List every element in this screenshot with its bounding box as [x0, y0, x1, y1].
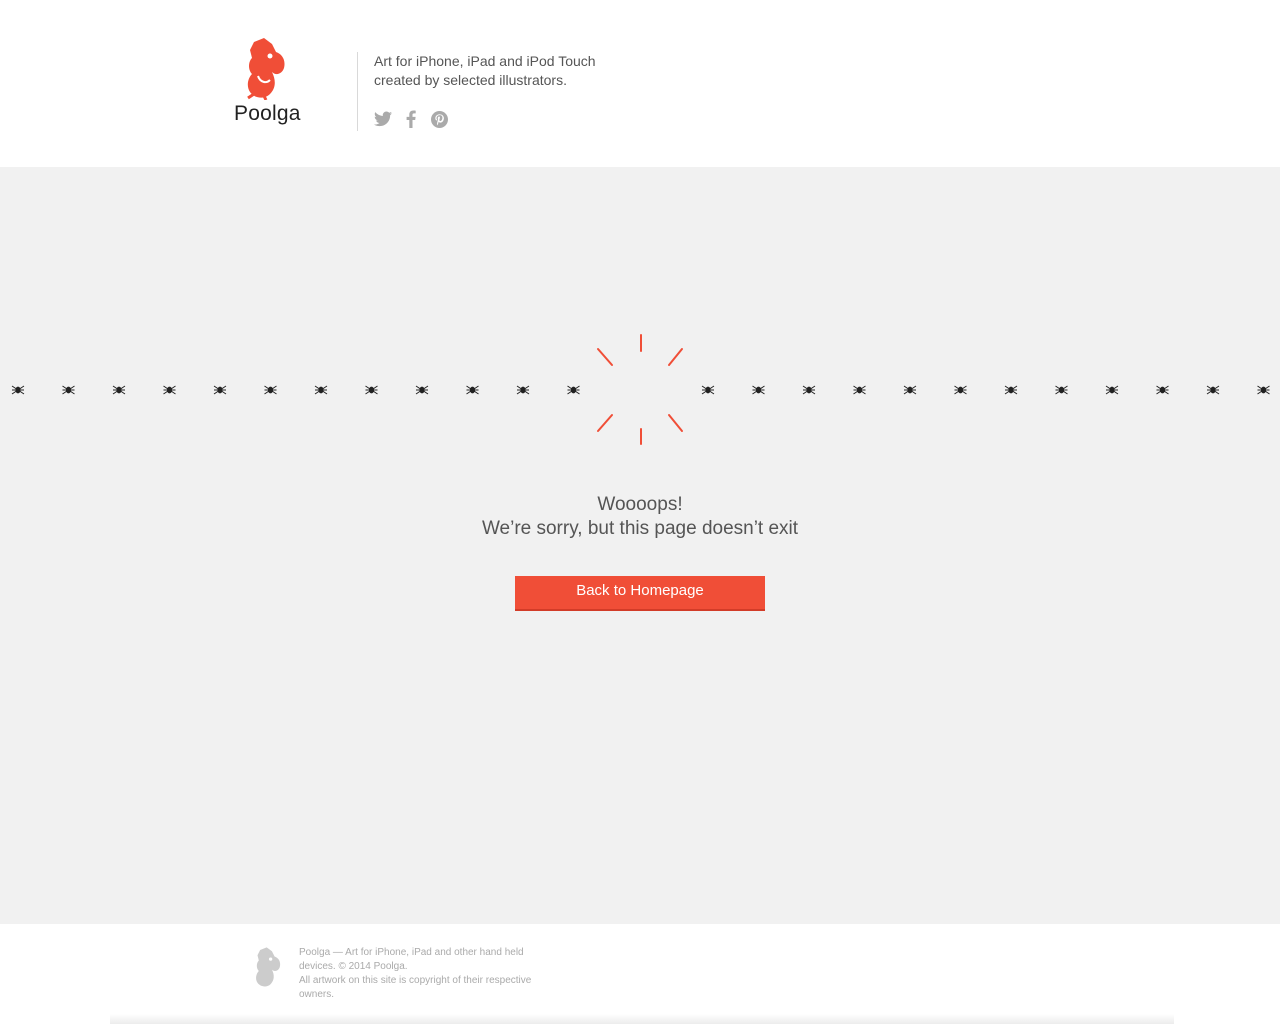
ant-icon: [213, 385, 227, 395]
site-footer: Poolga — Art for iPhone, iPad and other …: [0, 924, 1280, 1024]
tagline-line-2: created by selected illustrators.: [374, 72, 567, 88]
ant-icon: [567, 385, 580, 395]
footer-shadow: [110, 1014, 1174, 1024]
poolga-mascot-icon: [247, 38, 285, 100]
ant-icon: [415, 385, 429, 395]
tagline: Art for iPhone, iPad and iPod Touch crea…: [374, 52, 596, 90]
ant-icon: [853, 385, 866, 395]
poolga-footer-logo-icon[interactable]: [252, 946, 284, 988]
error-message: Woooops! We’re sorry, but this page does…: [0, 493, 1280, 541]
ant-icon: [163, 385, 176, 395]
ant-icon: [466, 385, 479, 395]
ant-icon: [264, 385, 277, 395]
footer-line-1: Poolga — Art for iPhone, iPad and other …: [299, 947, 524, 972]
facebook-icon[interactable]: [402, 110, 420, 128]
logo[interactable]: Poolga: [230, 36, 300, 126]
twitter-icon[interactable]: [374, 110, 392, 128]
error-page: Woooops! We’re sorry, but this page does…: [0, 167, 1280, 924]
ant-icon: [1055, 385, 1068, 395]
site-header: Poolga Art for iPhone, iPad and iPod Tou…: [0, 0, 1280, 167]
ant-icon: [112, 385, 126, 395]
ant-icon: [701, 385, 715, 395]
header-divider: [357, 52, 358, 131]
pinterest-icon[interactable]: [430, 110, 448, 128]
ant-icon: [314, 385, 328, 395]
ant-icon: [802, 385, 816, 395]
tagline-line-1: Art for iPhone, iPad and iPod Touch: [374, 53, 596, 69]
error-title: Woooops!: [597, 494, 683, 515]
ant-icon: [954, 385, 967, 395]
ant-icon: [752, 385, 765, 395]
ant-icon: [903, 385, 917, 395]
ant-icon: [1105, 385, 1119, 395]
ant-icon: [365, 385, 378, 395]
ant-icon: [1004, 385, 1018, 395]
footer-copyright: Poolga — Art for iPhone, iPad and other …: [299, 946, 559, 1002]
brand-name: Poolga: [234, 102, 301, 125]
footer-line-2: All artwork on this site is copyright of…: [299, 975, 532, 1000]
back-to-homepage-button[interactable]: Back to Homepage: [515, 576, 765, 611]
ant-icon: [1257, 385, 1270, 395]
ant-icon: [62, 385, 75, 395]
ant-icon: [11, 385, 25, 395]
ant-icon: [1206, 385, 1220, 395]
social-links: [374, 110, 448, 128]
ant-icon: [516, 385, 530, 395]
ant-icon: [1156, 385, 1169, 395]
burst-icon: [597, 334, 683, 445]
error-description: We’re sorry, but this page doesn’t exit: [481, 518, 799, 539]
